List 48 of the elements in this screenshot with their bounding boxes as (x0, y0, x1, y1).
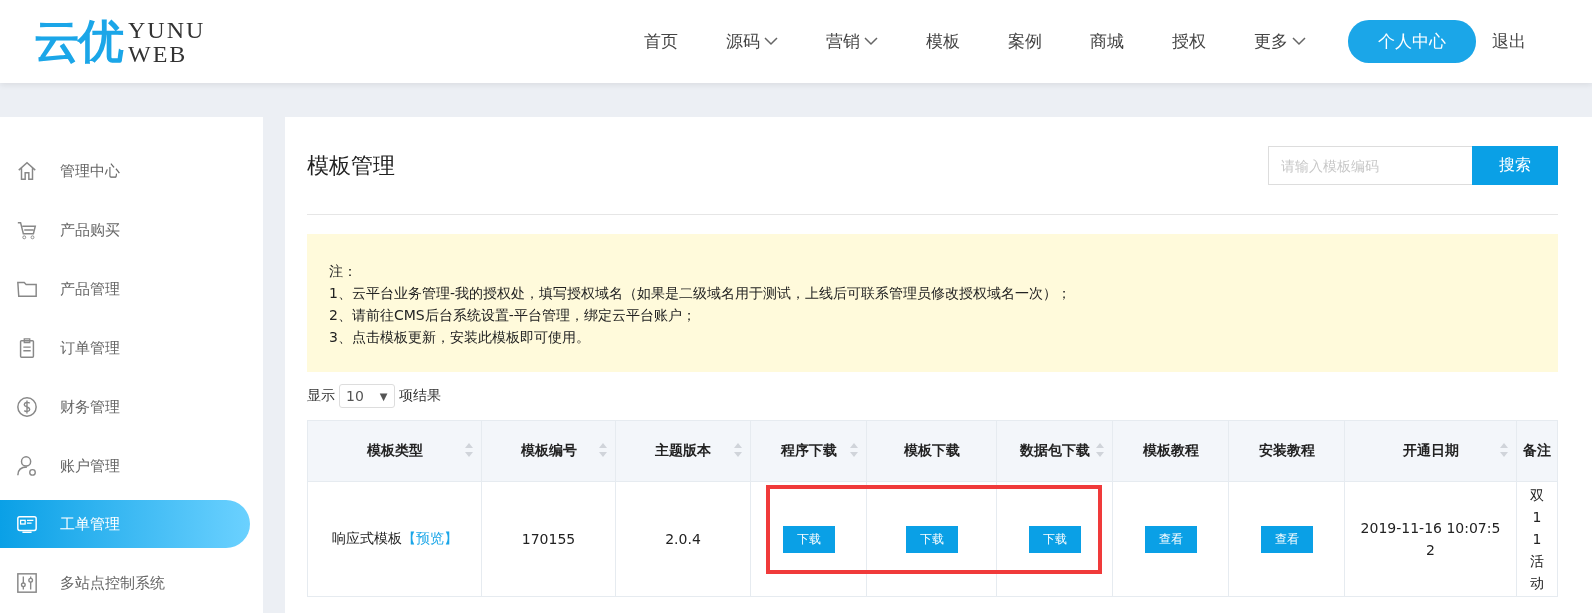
cart-icon (16, 219, 38, 241)
table-cell: 170155 (481, 481, 616, 597)
nav-link[interactable]: 案例 (1008, 30, 1042, 53)
notice-line: 1、云平台业务管理-我的授权处，填写授权域名（如果是二级域名用于测试，上线后可联系管理员修改授权域名一次）； (329, 284, 1072, 303)
nav-link[interactable]: 营销 (826, 30, 878, 53)
column-header[interactable]: 模板编号 (481, 420, 616, 482)
table-cell: 响应式模板【预览】 (307, 481, 482, 597)
logo-mark: 云优 (34, 12, 122, 70)
column-header: 模板下载 (866, 420, 997, 482)
table-cell: 2019-11-16 10:07:52 (1344, 481, 1517, 597)
column-header: 安装教程 (1228, 420, 1345, 482)
sidebar-item[interactable]: 产品购买 (0, 201, 250, 259)
nav-link[interactable]: 模板 (926, 30, 960, 53)
sidebar-item[interactable]: 管理中心 (0, 142, 250, 200)
column-header[interactable]: 开通日期 (1344, 420, 1517, 482)
notice-line: 2、请前往CMS后台系统设置-平台管理，绑定云平台账户； (329, 306, 697, 325)
table-cell: 2.0.4 (615, 481, 751, 597)
column-header: 模板教程 (1112, 420, 1229, 482)
page-size-select[interactable]: 10 ▼ (339, 384, 395, 408)
column-header[interactable]: 数据包下载 (996, 420, 1113, 482)
page-title: 模板管理 (307, 151, 395, 180)
sidebar-item[interactable]: 订单管理 (0, 319, 250, 377)
column-header[interactable]: 程序下载 (750, 420, 867, 482)
page-size-label: 项结果 (398, 387, 441, 405)
home-icon (16, 160, 38, 182)
page-size-label: 显示 (307, 387, 335, 405)
table-cell: 双11活动 (1516, 481, 1558, 597)
column-header[interactable]: 主题版本 (615, 420, 751, 482)
sidebar-item[interactable]: 财务管理 (0, 378, 250, 436)
sliders-icon (16, 572, 38, 594)
sidebar-item[interactable]: 产品管理 (0, 260, 250, 318)
nav-link[interactable]: 商城 (1090, 30, 1124, 53)
notice-line: 注： (329, 262, 358, 281)
column-header[interactable]: 模板类型 (307, 420, 482, 482)
logout-link[interactable]: 退出 (1492, 30, 1526, 53)
logo-word: WEB (128, 41, 189, 66)
nav-link[interactable]: 授权 (1172, 30, 1206, 53)
user-icon (16, 455, 38, 477)
nav-link[interactable]: 首页 (644, 30, 678, 53)
notice-line: 3、点击模板更新，安装此模板即可使用。 (329, 328, 591, 347)
nav-link[interactable]: 更多 (1254, 30, 1306, 53)
nav-link[interactable]: 源码 (726, 30, 778, 53)
sidebar-item[interactable]: 多站点控制系统 (0, 554, 250, 612)
dollar-icon (16, 396, 38, 418)
column-header: 备注 (1516, 420, 1558, 482)
ticket-icon (16, 513, 38, 535)
sidebar-item[interactable]: 账户管理 (0, 437, 250, 495)
logo-word: YUNU (128, 17, 206, 42)
